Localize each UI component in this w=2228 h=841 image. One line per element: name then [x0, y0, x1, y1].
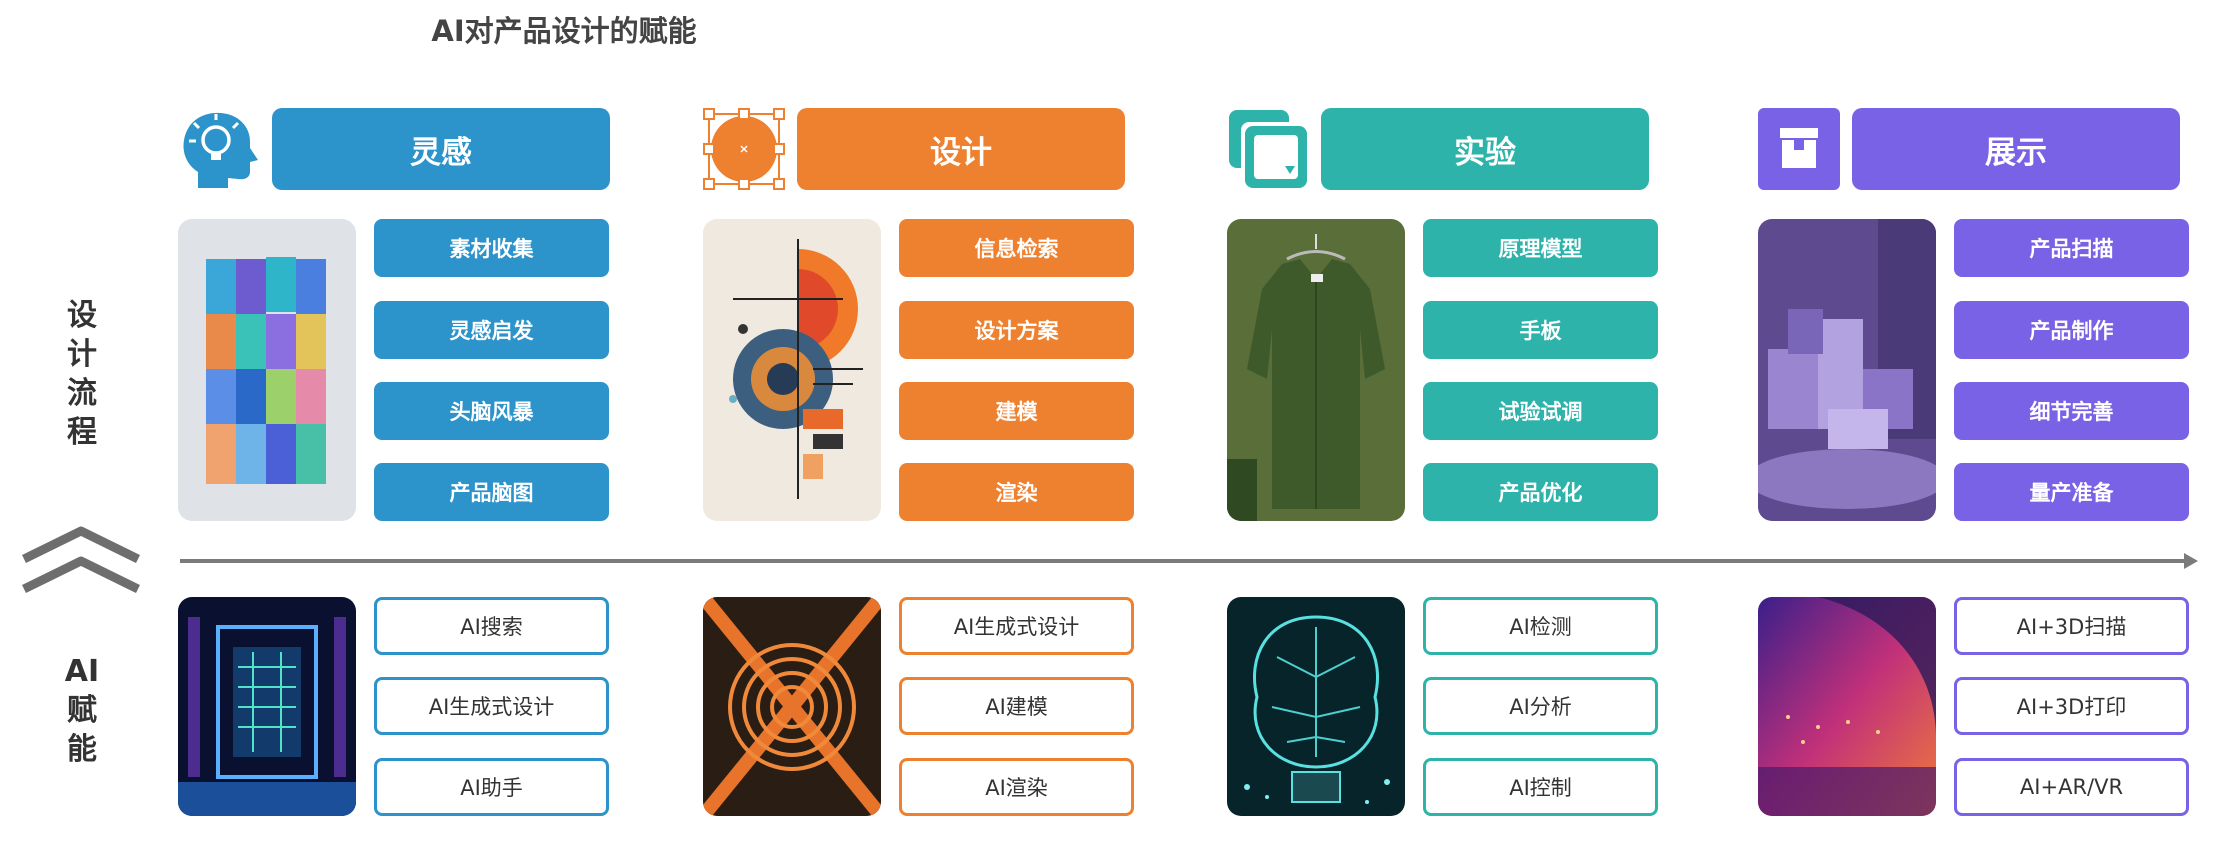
side-char: 流 [67, 376, 97, 411]
experiment-photo [1227, 219, 1405, 521]
ai-tool-button[interactable]: AI控制 [1423, 758, 1658, 816]
vector-selection-icon [703, 108, 785, 190]
ai-tool-button[interactable]: AI助手 [374, 758, 609, 816]
step-button[interactable]: 试验试调 [1423, 382, 1658, 440]
side-char: 设 [67, 298, 97, 333]
step-button[interactable]: 量产准备 [1954, 463, 2189, 521]
ai-tool-button[interactable]: AI搜索 [374, 597, 609, 655]
ai-tool-button[interactable]: AI建模 [899, 677, 1134, 735]
step-button[interactable]: 设计方案 [899, 301, 1134, 359]
step-button[interactable]: 产品优化 [1423, 463, 1658, 521]
ai-design-photo [703, 597, 881, 816]
step-button[interactable]: 头脑风暴 [374, 382, 609, 440]
ai-tool-button[interactable]: AI检测 [1423, 597, 1658, 655]
step-button[interactable]: 素材收集 [374, 219, 609, 277]
double-chevron-up-icon [22, 526, 140, 594]
ai-tool-button[interactable]: AI+3D打印 [1954, 677, 2189, 735]
step-button[interactable]: 原理模型 [1423, 219, 1658, 277]
head-lightbulb-icon [183, 112, 258, 188]
column-experiment: 实验 原理模型 手板 试验试调 产品优化 AI检测 AI分析 AI控制 [1227, 0, 1827, 841]
column-showcase: 展示 产品扫描 产品制作 细节完善 量产准备 AI+3D扫描 AI+3D打印 A… [1758, 0, 2228, 841]
inspiration-photo [178, 219, 356, 521]
step-button[interactable]: 信息检索 [899, 219, 1134, 277]
showcase-photo [1758, 219, 1936, 521]
ai-tool-button[interactable]: AI生成式设计 [899, 597, 1134, 655]
column-header-showcase[interactable]: 展示 [1852, 108, 2180, 190]
side-char: 计 [67, 337, 97, 372]
column-inspiration: 灵感 素材收集 灵感启发 头脑风暴 产品脑图 AI搜索 AI生成式设计 AI助手 [178, 0, 778, 841]
step-button[interactable]: 手板 [1423, 301, 1658, 359]
ai-tool-button[interactable]: AI+3D扫描 [1954, 597, 2189, 655]
step-button[interactable]: 产品扫描 [1954, 219, 2189, 277]
box-icon [1758, 108, 1840, 190]
ai-ar-vr-photo [1758, 597, 1936, 816]
ai-tool-button[interactable]: AI分析 [1423, 677, 1658, 735]
column-header-experiment[interactable]: 实验 [1321, 108, 1649, 190]
side-char: 赋 [67, 693, 97, 728]
column-header-inspiration[interactable]: 灵感 [272, 108, 610, 190]
step-button[interactable]: 灵感启发 [374, 301, 609, 359]
step-button[interactable]: 建模 [899, 382, 1134, 440]
step-button[interactable]: 产品脑图 [374, 463, 609, 521]
step-button[interactable]: 渲染 [899, 463, 1134, 521]
ai-search-photo [178, 597, 356, 816]
stacked-windows-icon [1229, 110, 1307, 188]
column-header-design[interactable]: 设计 [797, 108, 1125, 190]
column-design: 设计 信息检索 设计方案 建模 渲染 AI生成式设计 AI建模 AI渲染 [703, 0, 1303, 841]
design-photo [703, 219, 881, 521]
side-char: AI [64, 654, 100, 689]
side-char: 能 [67, 732, 97, 767]
side-char: 程 [67, 415, 97, 450]
ai-circuit-photo [1227, 597, 1405, 816]
ai-tool-button[interactable]: AI渲染 [899, 758, 1134, 816]
ai-empowerment-label: AI 赋 能 [62, 652, 102, 769]
step-button[interactable]: 产品制作 [1954, 301, 2189, 359]
step-button[interactable]: 细节完善 [1954, 382, 2189, 440]
ai-tool-button[interactable]: AI生成式设计 [374, 677, 609, 735]
design-process-label: 设 计 流 程 [62, 296, 102, 452]
ai-tool-button[interactable]: AI+AR/VR [1954, 758, 2189, 816]
